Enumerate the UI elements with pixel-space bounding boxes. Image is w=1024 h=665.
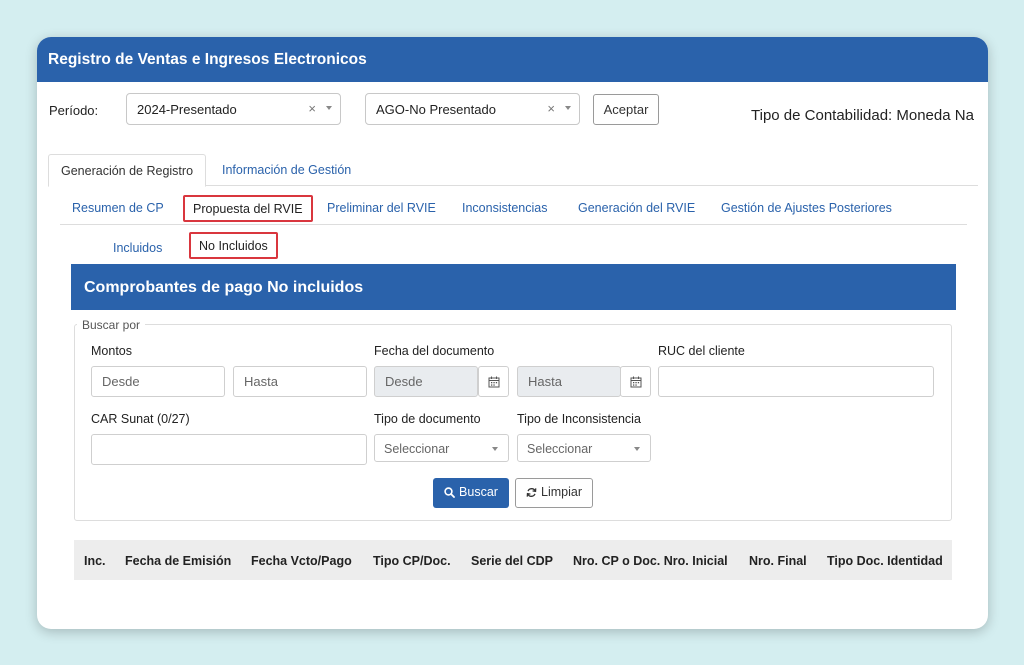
column-header[interactable]: Fecha de Emisión	[125, 554, 231, 568]
period-label: Período:	[49, 103, 99, 118]
tab-gestion-ajustes[interactable]: Gestión de Ajustes Posteriores	[721, 201, 892, 215]
ruc-cliente-label: RUC del cliente	[658, 344, 745, 358]
fecha-desde-input[interactable]	[374, 366, 478, 397]
year-select-value: 2024-Presentado	[137, 102, 237, 117]
column-header[interactable]: Fecha Vcto/Pago	[251, 554, 352, 568]
tipo-documento-select[interactable]: Seleccionar	[374, 434, 509, 462]
app-title: Registro de Ventas e Ingresos Electronic…	[37, 37, 988, 82]
tipo-documento-label: Tipo de documento	[374, 412, 481, 426]
fecha-hasta-input[interactable]	[517, 366, 621, 397]
inner-tabs: Incluidos No Incluidos	[71, 230, 956, 264]
car-sunat-input[interactable]	[91, 434, 367, 465]
limpiar-button[interactable]: Limpiar	[515, 478, 593, 508]
period-row: Período: 2024-Presentado × AGO-No Presen…	[37, 93, 988, 127]
column-header[interactable]: Serie del CDP	[471, 554, 553, 568]
fecha-documento-label: Fecha del documento	[374, 344, 495, 358]
accept-button[interactable]: Aceptar	[593, 94, 659, 125]
refresh-icon	[526, 487, 537, 497]
montos-desde-input[interactable]	[91, 366, 225, 397]
table-header: Inc. Fecha de Emisión Fecha Vcto/Pago Ti…	[74, 540, 952, 580]
column-header[interactable]: Tipo Doc. Identidad	[827, 554, 943, 568]
tipo-contabilidad-label: Tipo de Contabilidad: Moneda Na	[751, 107, 974, 124]
calendar-icon[interactable]	[478, 366, 509, 397]
buscar-button[interactable]: Buscar	[433, 478, 509, 508]
column-header[interactable]: Tipo CP/Doc.	[373, 554, 451, 568]
search-legend: Buscar por	[77, 318, 146, 332]
montos-hasta-input[interactable]	[233, 366, 367, 397]
section-title: Comprobantes de pago No incluidos	[71, 264, 956, 310]
year-select[interactable]: 2024-Presentado ×	[126, 93, 341, 125]
tab-propuesta-rvie[interactable]: Propuesta del RVIE	[183, 195, 313, 222]
main-window: Registro de Ventas e Ingresos Electronic…	[37, 37, 988, 629]
column-header[interactable]: Inc.	[84, 554, 106, 568]
tipo-inconsistencia-label: Tipo de Inconsistencia	[517, 412, 641, 426]
tab-generacion-rvie[interactable]: Generación del RVIE	[578, 201, 695, 215]
search-fieldset	[74, 324, 952, 521]
tab-no-incluidos[interactable]: No Incluidos	[189, 232, 278, 259]
car-sunat-label: CAR Sunat (0/27)	[91, 412, 190, 426]
tipo-documento-value: Seleccionar	[384, 442, 450, 456]
clear-icon[interactable]: ×	[547, 101, 555, 116]
tab-incluidos[interactable]: Incluidos	[113, 241, 162, 255]
tab-preliminar-rvie[interactable]: Preliminar del RVIE	[327, 201, 436, 215]
montos-label: Montos	[91, 344, 132, 358]
column-header[interactable]: Nro. CP o Doc. Nro. Inicial	[573, 554, 728, 568]
tab-generacion-registro[interactable]: Generación de Registro	[48, 154, 207, 187]
clear-icon[interactable]: ×	[308, 101, 316, 116]
chevron-down-icon	[634, 447, 640, 451]
limpiar-label: Limpiar	[541, 485, 582, 500]
chevron-down-icon[interactable]	[565, 106, 571, 110]
tab-inconsistencias[interactable]: Inconsistencias	[462, 201, 547, 215]
search-icon	[444, 487, 455, 498]
calendar-icon[interactable]	[620, 366, 651, 397]
column-header[interactable]: Nro. Final	[749, 554, 807, 568]
month-select[interactable]: AGO-No Presentado ×	[365, 93, 580, 125]
main-tabs: Generación de Registro Información de Ge…	[48, 154, 978, 187]
tab-resumen-cp[interactable]: Resumen de CP	[72, 201, 164, 215]
chevron-down-icon	[492, 447, 498, 451]
chevron-down-icon[interactable]	[326, 106, 332, 110]
tipo-inconsistencia-select[interactable]: Seleccionar	[517, 434, 651, 462]
sub-tabs: Resumen de CP Propuesta del RVIE Prelimi…	[60, 192, 967, 225]
buscar-label: Buscar	[459, 485, 498, 500]
tipo-inconsistencia-value: Seleccionar	[527, 442, 593, 456]
tab-informacion-gestion[interactable]: Información de Gestión	[222, 163, 351, 177]
month-select-value: AGO-No Presentado	[376, 102, 496, 117]
ruc-cliente-input[interactable]	[658, 366, 934, 397]
